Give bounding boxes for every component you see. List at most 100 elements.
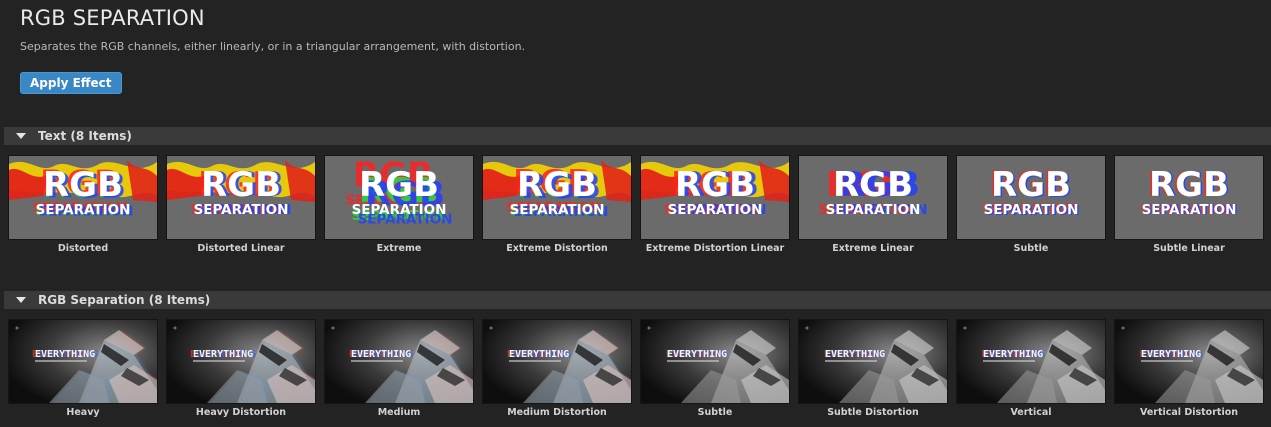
effect-description: Separates the RGB channels, either linea…	[20, 40, 526, 53]
preset-preview-image: RGBSEPARATIONRGBSEPARATIONRGBSEPARATIONR…	[1115, 156, 1263, 239]
preset-tile[interactable]: EVERYTHING EVERYTHING EVERYTHING EVERYTHING…	[640, 319, 790, 423]
svg-text:SEPARATION: SEPARATION	[826, 202, 921, 218]
preset-preview-image: RGBSEPARATIONRGBSEPARATIONRGBSEPARATIONR…	[167, 156, 315, 239]
preset-label: Heavy Distortion	[195, 407, 287, 418]
triangle-down-icon[interactable]	[16, 133, 26, 139]
section-header-text[interactable]: Text (8 Items)	[4, 127, 1271, 145]
preset-label: Medium Distortion	[507, 407, 607, 418]
apply-effect-button[interactable]: Apply Effect	[20, 72, 122, 94]
svg-text:EVERYTHING: EVERYTHING	[667, 349, 727, 360]
preset-tile[interactable]: EVERYTHING EVERYTHING EVERYTHING EVERYTHING…	[798, 319, 948, 423]
page-title: RGB SEPARATION	[20, 6, 205, 30]
svg-text:EVERYTHING: EVERYTHING	[351, 349, 411, 360]
preset-preview-image: EVERYTHINGEVERYTHINGEVERYTHINGEVERYTHING	[799, 320, 947, 403]
preset-preview-image: RGBSEPARATIONRGBSEPARATIONRGBSEPARATIONR…	[957, 156, 1105, 239]
svg-text:SEPARATION: SEPARATION	[984, 202, 1079, 218]
svg-text:EVERYTHING: EVERYTHING	[509, 349, 569, 360]
preset-label: Medium	[377, 407, 421, 418]
preset-thumbnail[interactable]: EVERYTHING EVERYTHING EVERYTHING EVERYTHING	[324, 319, 474, 404]
preset-label: Distorted	[57, 243, 109, 254]
preset-thumbnail[interactable]: EVERYTHING EVERYTHING EVERYTHING EVERYTHING	[482, 319, 632, 404]
section-header-rgb-separation[interactable]: RGB Separation (8 Items)	[4, 291, 1271, 309]
preset-label: Extreme Distortion	[506, 243, 608, 254]
section-title: RGB Separation (8 Items)	[38, 293, 211, 307]
preset-preview-image: RGBSEPARATIONRGBSEPARATIONRGBSEPARATIONR…	[799, 156, 947, 239]
preset-tile[interactable]: EVERYTHING EVERYTHING EVERYTHING EVERYTHING…	[1114, 319, 1264, 423]
preset-preview-image: RGBSEPARATIONRGBSEPARATIONRGBSEPARATIONR…	[9, 156, 157, 239]
preset-thumbnail[interactable]: EVERYTHING EVERYTHING EVERYTHING EVERYTHING	[956, 319, 1106, 404]
preset-grid-rgb-separation: EVERYTHING EVERYTHING EVERYTHING EVERYTHING…	[8, 319, 1271, 423]
preset-tile[interactable]: RGB SEPARATION RGB SEPARATION RGB SEPARATION R…	[482, 155, 632, 259]
svg-text:RGB: RGB	[359, 165, 439, 205]
svg-text:EVERYTHING: EVERYTHING	[1141, 349, 1201, 360]
preset-label: Subtle	[1013, 243, 1049, 254]
preset-preview-image: RGBSEPARATIONRGBSEPARATIONRGBSEPARATIONR…	[641, 156, 789, 239]
svg-text:RGB: RGB	[991, 165, 1071, 205]
preset-tile[interactable]: RGB SEPARATION RGB SEPARATION RGB SEPARATION R…	[1114, 155, 1264, 259]
preset-thumbnail[interactable]: EVERYTHING EVERYTHING EVERYTHING EVERYTHING	[1114, 319, 1264, 404]
preset-thumbnail[interactable]: EVERYTHING EVERYTHING EVERYTHING EVERYTHING	[640, 319, 790, 404]
preset-thumbnail[interactable]: RGB SEPARATION RGB SEPARATION RGB SEPARATION R…	[482, 155, 632, 240]
preset-thumbnail[interactable]: EVERYTHING EVERYTHING EVERYTHING EVERYTHING	[166, 319, 316, 404]
svg-text:RGB: RGB	[43, 165, 123, 205]
preset-tile[interactable]: RGB SEPARATION RGB SEPARATION RGB SEPARATION R…	[956, 155, 1106, 259]
svg-text:RGB: RGB	[517, 165, 597, 205]
svg-text:SEPARATION: SEPARATION	[1142, 202, 1237, 218]
svg-text:EVERYTHING: EVERYTHING	[983, 349, 1043, 360]
preset-label: Subtle Distortion	[827, 407, 919, 418]
preset-tile[interactable]: RGB SEPARATION RGB SEPARATION RGB SEPARATION R…	[324, 155, 474, 259]
preset-label: Subtle Linear	[1153, 243, 1225, 254]
preset-thumbnail[interactable]: RGB SEPARATION RGB SEPARATION RGB SEPARATION R…	[166, 155, 316, 240]
preset-thumbnail[interactable]: RGB SEPARATION RGB SEPARATION RGB SEPARATION R…	[1114, 155, 1264, 240]
svg-text:EVERYTHING: EVERYTHING	[193, 349, 253, 360]
svg-text:SEPARATION: SEPARATION	[668, 202, 763, 218]
preset-thumbnail[interactable]: RGB SEPARATION RGB SEPARATION RGB SEPARATION R…	[956, 155, 1106, 240]
preset-label: Vertical	[1010, 407, 1052, 418]
preset-label: Vertical Distortion	[1139, 407, 1238, 418]
preset-preview-image: EVERYTHINGEVERYTHINGEVERYTHINGEVERYTHING	[957, 320, 1105, 403]
preset-tile[interactable]: RGB SEPARATION RGB SEPARATION RGB SEPARATION R…	[8, 155, 158, 259]
svg-text:SEPARATION: SEPARATION	[36, 202, 131, 218]
preset-preview-image: EVERYTHINGEVERYTHINGEVERYTHINGEVERYTHING	[325, 320, 473, 403]
svg-text:SEPARATION: SEPARATION	[194, 202, 289, 218]
preset-label: Subtle	[697, 407, 733, 418]
preset-preview-image: EVERYTHINGEVERYTHINGEVERYTHINGEVERYTHING	[641, 320, 789, 403]
preset-tile[interactable]: EVERYTHING EVERYTHING EVERYTHING EVERYTHING…	[482, 319, 632, 423]
preset-tile[interactable]: EVERYTHING EVERYTHING EVERYTHING EVERYTHING…	[324, 319, 474, 423]
svg-text:EVERYTHING: EVERYTHING	[35, 349, 95, 360]
preset-thumbnail[interactable]: RGB SEPARATION RGB SEPARATION RGB SEPARATION R…	[798, 155, 948, 240]
preset-tile[interactable]: RGB SEPARATION RGB SEPARATION RGB SEPARATION R…	[640, 155, 790, 259]
preset-preview-image: RGBSEPARATIONRGBSEPARATIONRGBSEPARATIONR…	[325, 156, 473, 239]
svg-text:EVERYTHING: EVERYTHING	[825, 349, 885, 360]
svg-text:RGB: RGB	[201, 165, 281, 205]
preset-preview-image: RGBSEPARATIONRGBSEPARATIONRGBSEPARATIONR…	[483, 156, 631, 239]
preset-tile[interactable]: EVERYTHING EVERYTHING EVERYTHING EVERYTHING…	[956, 319, 1106, 423]
preset-tile[interactable]: EVERYTHING EVERYTHING EVERYTHING EVERYTHING…	[166, 319, 316, 423]
preset-thumbnail[interactable]: RGB SEPARATION RGB SEPARATION RGB SEPARATION R…	[324, 155, 474, 240]
preset-label: Distorted Linear	[197, 243, 285, 254]
preset-label: Extreme Distortion Linear	[645, 243, 785, 254]
triangle-down-icon[interactable]	[16, 297, 26, 303]
preset-thumbnail[interactable]: EVERYTHING EVERYTHING EVERYTHING EVERYTHING	[798, 319, 948, 404]
preset-label: Extreme Linear	[832, 243, 914, 254]
preset-preview-image: EVERYTHINGEVERYTHINGEVERYTHINGEVERYTHING	[9, 320, 157, 403]
section-title: Text (8 Items)	[38, 129, 132, 143]
svg-text:SEPARATION: SEPARATION	[352, 202, 447, 218]
preset-tile[interactable]: EVERYTHING EVERYTHING EVERYTHING EVERYTHING…	[8, 319, 158, 423]
preset-preview-image: EVERYTHINGEVERYTHINGEVERYTHINGEVERYTHING	[1115, 320, 1263, 403]
svg-text:RGB: RGB	[833, 165, 913, 205]
preset-thumbnail[interactable]: EVERYTHING EVERYTHING EVERYTHING EVERYTHING	[8, 319, 158, 404]
svg-text:SEPARATION: SEPARATION	[510, 202, 605, 218]
preset-tile[interactable]: RGB SEPARATION RGB SEPARATION RGB SEPARATION R…	[166, 155, 316, 259]
preset-thumbnail[interactable]: RGB SEPARATION RGB SEPARATION RGB SEPARATION R…	[8, 155, 158, 240]
preset-tile[interactable]: RGB SEPARATION RGB SEPARATION RGB SEPARATION R…	[798, 155, 948, 259]
preset-preview-image: EVERYTHINGEVERYTHINGEVERYTHINGEVERYTHING	[167, 320, 315, 403]
preset-grid-text: RGB SEPARATION RGB SEPARATION RGB SEPARATION R…	[8, 155, 1271, 259]
preset-label: Extreme	[376, 243, 422, 254]
preset-preview-image: EVERYTHINGEVERYTHINGEVERYTHINGEVERYTHING	[483, 320, 631, 403]
preset-label: Heavy	[66, 407, 100, 418]
effect-header: RGB SEPARATION Separates the RGB channel…	[0, 0, 1271, 121]
svg-text:RGB: RGB	[1149, 165, 1229, 205]
preset-thumbnail[interactable]: RGB SEPARATION RGB SEPARATION RGB SEPARATION R…	[640, 155, 790, 240]
svg-text:RGB: RGB	[675, 165, 755, 205]
